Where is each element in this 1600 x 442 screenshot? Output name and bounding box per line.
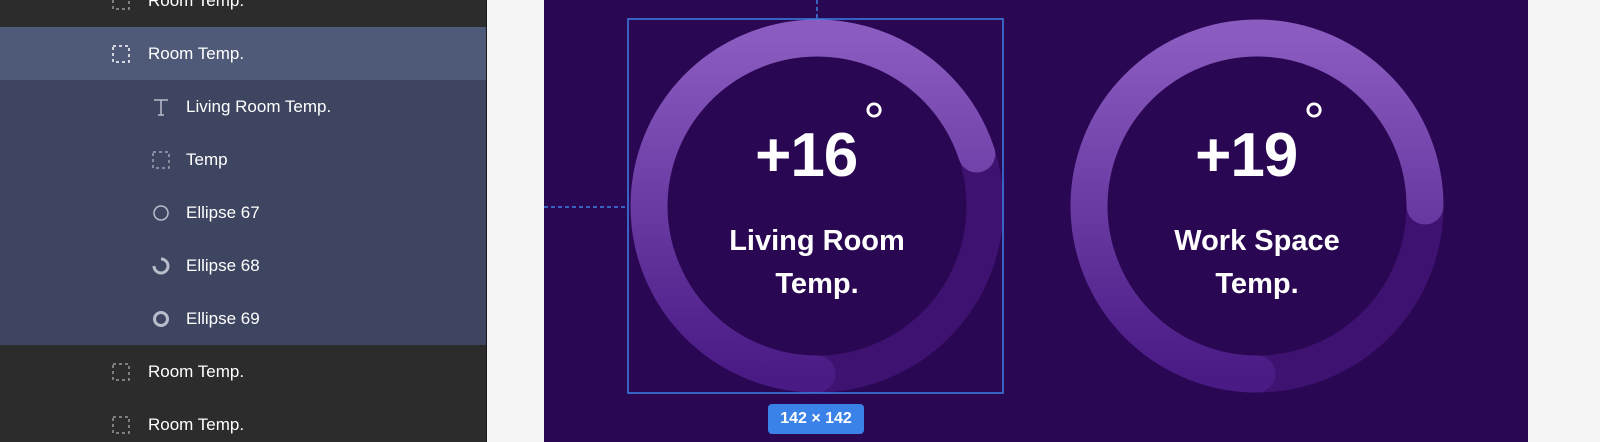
dashboard-frame[interactable]: +16 ° Living Room Temp. +19 ° Work Space T… (544, 0, 1528, 442)
room-label-line2: Temp. (775, 268, 859, 300)
frame-icon (110, 414, 132, 436)
layer-living-room-temp[interactable]: Living Room Temp. (0, 80, 486, 133)
temp-value: +19 (1195, 121, 1298, 190)
layer-label: Room Temp. (148, 361, 245, 381)
frame-icon (110, 0, 132, 12)
layer-label: Temp (186, 149, 228, 169)
temp-readout-living-room: +16 ° (717, 92, 917, 191)
layer-ellipse-68[interactable]: Ellipse 68 (0, 239, 486, 292)
ellipse-icon (150, 202, 172, 224)
ring-icon (150, 308, 172, 330)
room-label-line1: Living Room (729, 225, 905, 257)
layer-room-temp-3[interactable]: Room Temp. (0, 345, 486, 398)
temp-readout-work-space: +19 ° (1157, 92, 1357, 191)
room-label-line1: Work Space (1174, 225, 1340, 257)
text-icon (150, 96, 172, 118)
layer-ellipse-67[interactable]: Ellipse 67 (0, 186, 486, 239)
room-label-living-room: Living Room Temp. (687, 220, 947, 306)
design-canvas[interactable]: +16 ° Living Room Temp. +19 ° Work Space T… (487, 0, 1600, 442)
layer-label: Living Room Temp. (186, 96, 332, 116)
degree-symbol: ° (1303, 92, 1325, 152)
selection-size-badge: 142 × 142 (768, 404, 864, 434)
temp-value: +16 (755, 121, 858, 190)
layer-label: Ellipse 68 (186, 255, 260, 275)
room-label-work-space: Work Space Temp. (1127, 220, 1387, 306)
layer-label: Room Temp. (148, 0, 245, 10)
layer-label: Ellipse 67 (186, 202, 260, 222)
room-label-line2: Temp. (1215, 268, 1299, 300)
frame-icon (110, 43, 132, 65)
layer-room-temp-4[interactable]: Room Temp. (0, 398, 486, 442)
frame-icon (150, 149, 172, 171)
layer-room-temp-2[interactable]: Room Temp. (0, 27, 486, 80)
layer-label: Room Temp. (148, 414, 245, 434)
layer-label: Ellipse 69 (186, 308, 260, 328)
frame-icon (110, 361, 132, 383)
layer-label: Room Temp. (148, 43, 245, 63)
degree-symbol: ° (863, 92, 885, 152)
layer-room-temp-1[interactable]: Room Temp. (0, 0, 486, 27)
arc-icon (150, 255, 172, 277)
layers-panel: Room Temp. Room Temp. Living Room Temp. … (0, 0, 487, 442)
layer-temp[interactable]: Temp (0, 133, 486, 186)
layer-ellipse-69[interactable]: Ellipse 69 (0, 292, 486, 345)
